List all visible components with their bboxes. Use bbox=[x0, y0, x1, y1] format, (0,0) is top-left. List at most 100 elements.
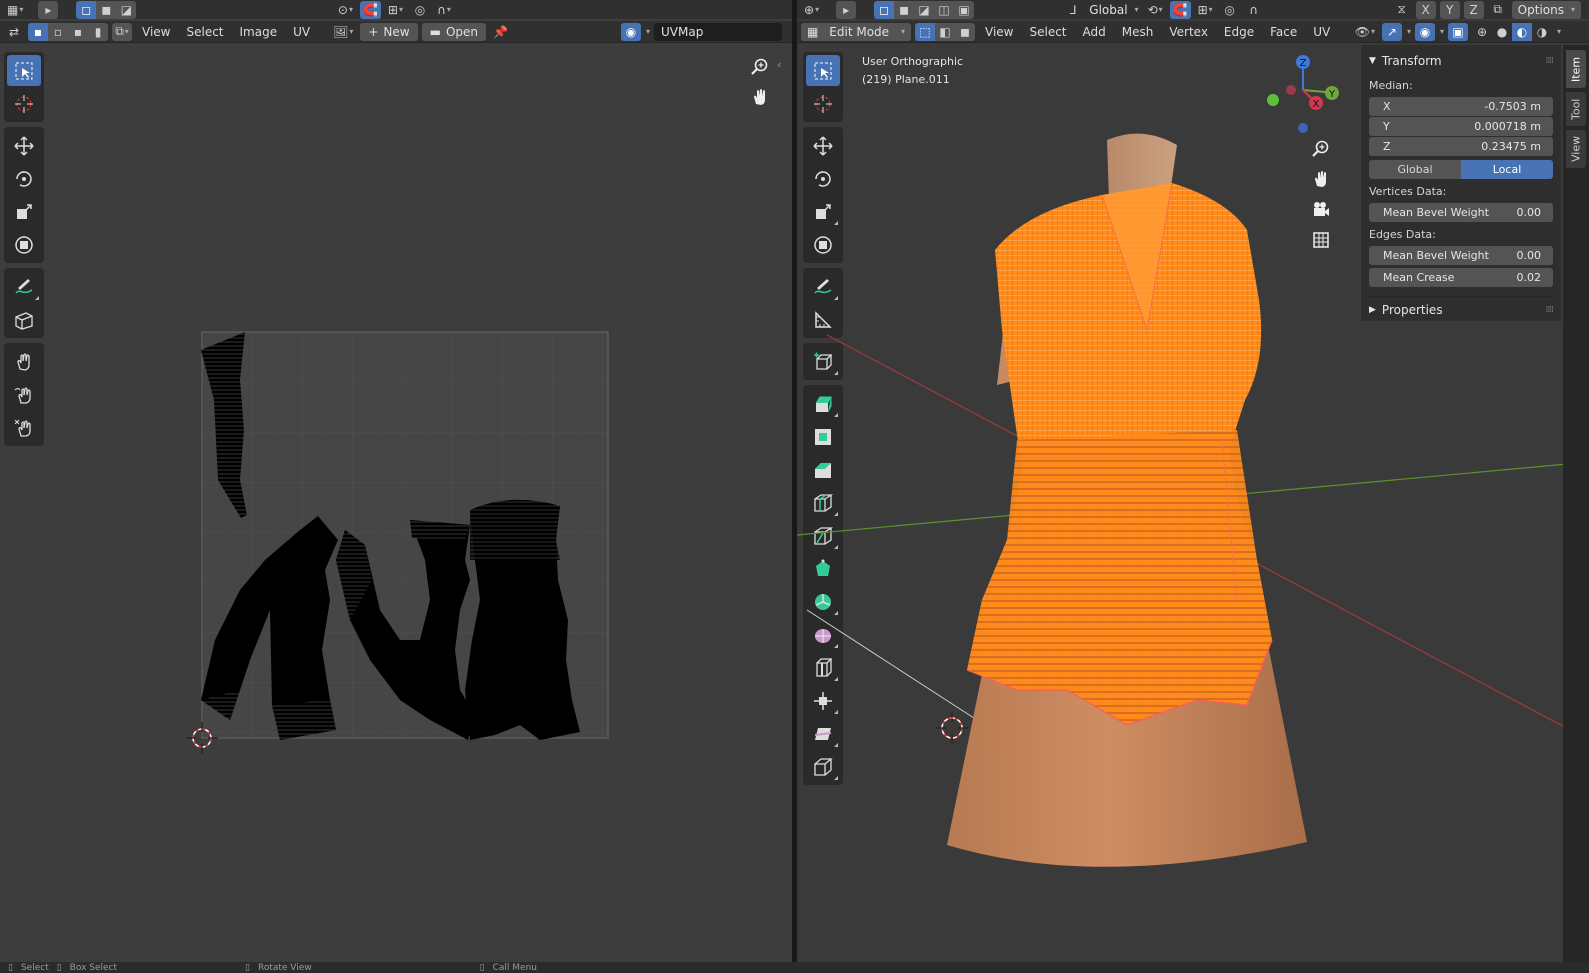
vp-pan-hand-icon[interactable] bbox=[1307, 165, 1335, 193]
tab-tool[interactable]: Tool bbox=[1566, 92, 1586, 126]
vertex-mode-icon[interactable]: ⬚ bbox=[915, 22, 935, 41]
vertex-select-icon[interactable]: ▪ bbox=[28, 22, 48, 41]
sidebar-toggle-icon[interactable]: ‹ bbox=[777, 58, 781, 71]
sync-selection-icon[interactable]: ⇄ bbox=[4, 23, 24, 41]
vertex-bevel-weight-field[interactable]: Mean Bevel Weight 0.00 bbox=[1369, 203, 1553, 222]
median-y-field[interactable]: Y 0.000718 m bbox=[1369, 117, 1553, 136]
vp-menu-face[interactable]: Face bbox=[1264, 25, 1303, 39]
island-select-icon[interactable]: ▮ bbox=[88, 22, 108, 41]
xray-icon[interactable]: ▣ bbox=[1447, 22, 1468, 41]
cursor-tool-icon[interactable] bbox=[7, 88, 41, 119]
vp-snap-target-icon[interactable]: ⊞ ▾ bbox=[1195, 1, 1216, 19]
pan-hand-icon[interactable] bbox=[746, 83, 774, 111]
vp-scale-tool-icon[interactable] bbox=[806, 196, 840, 227]
face-select-icon[interactable]: ▪ bbox=[68, 22, 88, 41]
vp-select-box-tool-icon[interactable] bbox=[806, 55, 840, 86]
vp-proportional-edit-icon[interactable]: ◎ bbox=[1220, 1, 1240, 19]
vp-menu-edge[interactable]: Edge bbox=[1218, 25, 1260, 39]
vp-select-mode-new-icon[interactable]: ◻ bbox=[874, 0, 895, 19]
mean-crease-field[interactable]: Mean Crease 0.02 bbox=[1369, 268, 1553, 287]
vp-annotate-tool-icon[interactable] bbox=[806, 271, 840, 302]
properties-panel-header[interactable]: ▶ Properties ⁞⁞⁞⁞ bbox=[1369, 296, 1555, 320]
pivot-icon[interactable]: ⊙ ▾ bbox=[335, 1, 356, 19]
menu-uv[interactable]: UV bbox=[287, 25, 316, 39]
knife-tool-icon[interactable] bbox=[806, 520, 840, 551]
navigation-gizmo[interactable]: Z Y X bbox=[1253, 50, 1343, 140]
grab-tool-icon[interactable] bbox=[7, 346, 41, 377]
snap-target-icon[interactable]: ⊞ ▾ bbox=[385, 1, 406, 19]
vp-select-mode-invert-icon[interactable]: ◫ bbox=[934, 0, 955, 19]
auto-merge-icon[interactable]: ⧉ bbox=[1488, 1, 1508, 19]
menu-select[interactable]: Select bbox=[180, 25, 229, 39]
loop-cut-tool-icon[interactable] bbox=[806, 487, 840, 518]
transform-orientation-dropdown[interactable]: Global ▾ bbox=[1087, 1, 1140, 19]
transform-orientation-icon[interactable]: ⅃ bbox=[1063, 1, 1083, 19]
poly-build-tool-icon[interactable] bbox=[806, 553, 840, 584]
snap-icon[interactable]: 🧲 bbox=[359, 0, 381, 19]
rip-region-tool-icon[interactable] bbox=[806, 751, 840, 782]
rotate-tool-icon[interactable] bbox=[7, 163, 41, 194]
select-tool-icon[interactable]: ▸ bbox=[38, 0, 59, 19]
global-toggle[interactable]: Global bbox=[1369, 160, 1461, 179]
shear-tool-icon[interactable] bbox=[806, 718, 840, 749]
uv-editor-area[interactable]: ▦ ▾ ▸ ◻ ◼ ◪ ⊙ ▾ 🧲 ⊞ ▾ ◎ ∩ ▾ ⇄ ▪ ▫ ▪ ▮ ⧉ ▾ Vie… bbox=[0, 0, 792, 962]
select-mode-subtract-icon[interactable]: ◪ bbox=[116, 0, 137, 19]
vp-menu-select[interactable]: Select bbox=[1023, 25, 1072, 39]
scale-tool-icon[interactable] bbox=[7, 196, 41, 227]
select-mode-new-icon[interactable]: ◻ bbox=[76, 0, 97, 19]
uvmap-field[interactable]: UVMap bbox=[654, 22, 782, 41]
vp-editor-type-icon[interactable]: ⊕ ▾ bbox=[801, 1, 822, 19]
vp-move-tool-icon[interactable] bbox=[806, 130, 840, 161]
vp-falloff-icon[interactable]: ∩ bbox=[1244, 1, 1264, 19]
material-shading-icon[interactable]: ◐ bbox=[1511, 22, 1532, 41]
rip-tool-icon[interactable] bbox=[7, 304, 41, 335]
vp-snap-icon[interactable]: 🧲 bbox=[1169, 0, 1191, 19]
gizmo-toggle-icon[interactable]: ↗ bbox=[1381, 22, 1402, 41]
overlays-icon[interactable]: ◉ bbox=[1414, 22, 1435, 41]
vp-menu-uv[interactable]: UV bbox=[1307, 25, 1336, 39]
tab-view[interactable]: View bbox=[1566, 130, 1586, 168]
falloff-icon[interactable]: ∩ ▾ bbox=[434, 1, 454, 19]
image-browse-icon[interactable]: 🖼 ▾ bbox=[330, 23, 356, 41]
wireframe-shading-icon[interactable]: ⊕ bbox=[1472, 23, 1492, 41]
3d-viewport-area[interactable]: ⊕ ▾ ▸ ◻ ◼ ◪ ◫ ▣ ⅃ Global ▾ ⟲ ▾ 🧲 ⊞ ▾ ◎ ∩ ⧖ X… bbox=[797, 0, 1589, 962]
grid-view-icon[interactable] bbox=[1307, 226, 1335, 254]
face-mode-icon[interactable]: ◼ bbox=[955, 22, 975, 41]
edge-mode-icon[interactable]: ◧ bbox=[935, 22, 955, 41]
proportional-edit-icon[interactable]: ◎ bbox=[410, 1, 430, 19]
extrude-tool-icon[interactable] bbox=[806, 388, 840, 419]
gizmo-neg-y[interactable] bbox=[1267, 94, 1279, 106]
measure-tool-icon[interactable] bbox=[806, 304, 840, 335]
vp-select-tool-icon[interactable]: ▸ bbox=[836, 0, 857, 19]
menu-view[interactable]: View bbox=[136, 25, 176, 39]
properties-drag-handle-icon[interactable]: ⁞⁞⁞⁞ bbox=[1546, 305, 1555, 315]
median-x-field[interactable]: X -0.7503 m bbox=[1369, 97, 1553, 116]
select-mode-extend-icon[interactable]: ◼ bbox=[96, 0, 117, 19]
zoom-icon[interactable] bbox=[746, 53, 774, 81]
shrink-fatten-tool-icon[interactable] bbox=[806, 685, 840, 716]
drag-handle-icon[interactable]: ⁞⁞⁞⁞ bbox=[1546, 56, 1555, 66]
vp-menu-vertex[interactable]: Vertex bbox=[1163, 25, 1214, 39]
edge-select-icon[interactable]: ▫ bbox=[48, 22, 68, 41]
relax-tool-icon[interactable] bbox=[7, 379, 41, 410]
gizmo-neg-z[interactable] bbox=[1298, 123, 1308, 133]
visibility-icon[interactable]: 👁 ▾ bbox=[1352, 23, 1378, 41]
vp-cursor-tool-icon[interactable] bbox=[806, 88, 840, 119]
mirror-icon[interactable]: ⧖ bbox=[1392, 1, 1412, 19]
spin-tool-icon[interactable] bbox=[806, 586, 840, 617]
edge-slide-tool-icon[interactable] bbox=[806, 652, 840, 683]
select-box-tool-icon[interactable] bbox=[7, 55, 41, 86]
pinch-tool-icon[interactable] bbox=[7, 412, 41, 443]
vp-rotate-tool-icon[interactable] bbox=[806, 163, 840, 194]
transform-panel-header[interactable]: ▼ Transform ⁞⁞⁞⁞ bbox=[1369, 49, 1555, 73]
add-cube-tool-icon[interactable] bbox=[806, 346, 840, 377]
uv-overlay-icon[interactable]: ◉ bbox=[620, 22, 641, 41]
open-image-button[interactable]: ▬ Open bbox=[421, 22, 487, 41]
options-dropdown[interactable]: Options ▾ bbox=[1511, 0, 1581, 19]
vp-pivot-icon[interactable]: ⟲ ▾ bbox=[1145, 1, 1166, 19]
vp-select-mode-extend-icon[interactable]: ◼ bbox=[894, 0, 915, 19]
tab-item[interactable]: Item bbox=[1566, 50, 1586, 88]
vp-menu-mesh[interactable]: Mesh bbox=[1116, 25, 1160, 39]
vp-select-mode-subtract-icon[interactable]: ◪ bbox=[914, 0, 935, 19]
local-toggle[interactable]: Local bbox=[1461, 160, 1553, 179]
